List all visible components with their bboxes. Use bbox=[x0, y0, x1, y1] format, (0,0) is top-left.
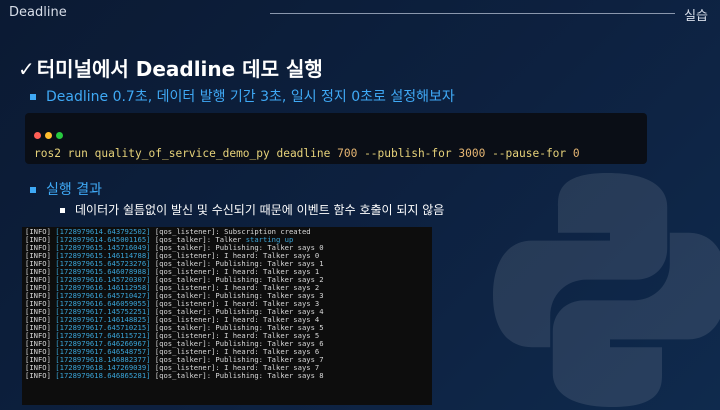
checkmark-icon: ✓ bbox=[18, 57, 35, 81]
bullet-results: 실행 결과 bbox=[30, 179, 102, 199]
small-square-bullet-icon bbox=[60, 208, 65, 213]
sub-bullet-explanation-text: 데이터가 쉴틈없이 발신 및 수신되기 때문에 이벤트 함수 호출이 되지 않음 bbox=[75, 203, 445, 217]
window-controls bbox=[34, 124, 67, 143]
header-section-label: Deadline bbox=[9, 5, 67, 20]
slide-title-text: 터미널에서 Deadline 데모 실행 bbox=[36, 57, 323, 81]
slide-title: ✓ 터미널에서 Deadline 데모 실행 bbox=[18, 53, 323, 82]
sub-bullet-explanation: 데이터가 쉴틈없이 발신 및 수신되기 때문에 이벤트 함수 호출이 되지 않음 bbox=[60, 201, 444, 218]
minimize-dot-icon bbox=[45, 132, 52, 139]
bullet-deadline-settings-text: Deadline 0.7초, 데이터 발행 기간 3초, 일시 정지 0초로 설… bbox=[46, 89, 455, 105]
log-message: [qos_talker]: Publishing: Talker says 8 bbox=[150, 371, 324, 380]
log-level: [INFO] bbox=[25, 371, 56, 380]
pause-value: 0 bbox=[572, 147, 580, 160]
code-block: ros2 run quality_of_service_demo_py dead… bbox=[25, 113, 647, 164]
publish-value: 3000 bbox=[458, 147, 486, 160]
terminal-log-line: [INFO] [1728979618.646865281] [qos_talke… bbox=[25, 372, 429, 380]
command-line[interactable]: ros2 run quality_of_service_demo_py dead… bbox=[34, 147, 580, 160]
terminal-output[interactable]: [INFO] [1728979614.643792502] [qos_liste… bbox=[22, 227, 432, 405]
command-prefix: ros2 run quality_of_service_demo_py dead… bbox=[34, 147, 338, 160]
bullet-results-text: 실행 결과 bbox=[46, 182, 102, 198]
log-timestamp: [1728979618.646865281] bbox=[55, 371, 151, 380]
publish-flag: --publish-for bbox=[357, 147, 459, 160]
header-category-label: 실습 bbox=[684, 9, 708, 24]
bullet-deadline-settings: Deadline 0.7초, 데이터 발행 기간 3초, 일시 정지 0초로 설… bbox=[30, 86, 455, 106]
slide-header: Deadline 실습 bbox=[0, 0, 720, 26]
square-bullet-icon bbox=[30, 187, 36, 193]
square-bullet-icon bbox=[30, 94, 36, 100]
close-dot-icon bbox=[34, 132, 41, 139]
header-divider bbox=[270, 13, 675, 14]
maximize-dot-icon bbox=[56, 132, 63, 139]
deadline-value: 700 bbox=[337, 147, 358, 160]
pause-flag: --pause-for bbox=[485, 147, 573, 160]
python-logo-watermark bbox=[493, 173, 720, 407]
